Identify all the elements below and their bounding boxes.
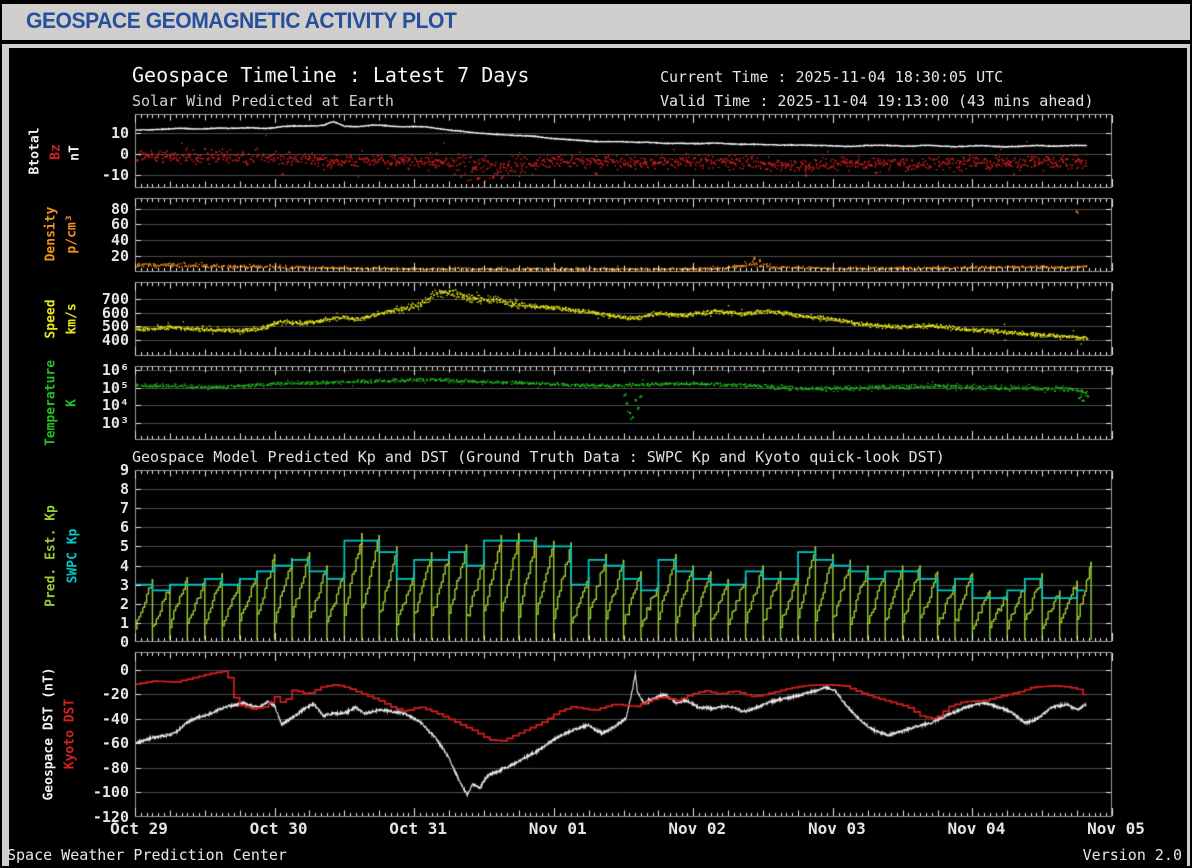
y-tick-label-temperature: 10⁶	[102, 361, 129, 379]
x-axis-label: Nov 04	[948, 819, 1006, 838]
x-axis-label: Nov 05	[1087, 819, 1145, 838]
y-tick-label-speed: 400	[102, 331, 129, 349]
density-axis-label: Density	[44, 207, 59, 262]
y-tick-label-dst: 0	[120, 661, 129, 679]
current-time-label: Current Time : 2025-11-04 18:30:05 UTC	[660, 68, 1003, 86]
footer-swpc-label: Space Weather Prediction Center	[7, 846, 287, 864]
x-axis-label: Oct 29	[110, 819, 168, 838]
x-axis-label: Nov 02	[668, 819, 726, 838]
y-tick-label-temperature: 10⁴	[102, 396, 129, 414]
kyoto-dst-axis-label: Kyoto DST	[63, 699, 78, 769]
y-tick-label-imf: 0	[120, 145, 129, 163]
y-tick-label-kp: 7	[120, 499, 129, 517]
solar-wind-subtitle: Solar Wind Predicted at Earth	[132, 92, 394, 110]
y-tick-label-kp: 9	[120, 461, 129, 479]
geospace-activity-window: GEOSPACE GEOMAGNETIC ACTIVITY PLOT Geosp…	[0, 0, 1192, 868]
y-tick-label-kp: 8	[120, 480, 129, 498]
y-tick-label-dst: -100	[93, 783, 129, 801]
valid-time-label: Valid Time : 2025-11-04 19:13:00 (43 min…	[660, 92, 1093, 110]
y-tick-label-temperature: 10³	[102, 414, 129, 432]
x-axis-label: Nov 03	[808, 819, 866, 838]
x-axis-label: Oct 31	[389, 819, 447, 838]
y-tick-label-dst: -80	[102, 759, 129, 777]
speed-unit-label: km/s	[65, 303, 80, 334]
y-tick-label-kp: 2	[120, 595, 129, 613]
pred-kp-axis-label: Pred. Est. Kp	[44, 505, 59, 607]
y-tick-label-kp: 1	[120, 614, 129, 632]
kp-dst-section-title: Geospace Model Predicted Kp and DST (Gro…	[132, 448, 945, 466]
y-tick-label-dst: -40	[102, 710, 129, 728]
plot-title: Geospace Timeline : Latest 7 Days	[132, 63, 529, 87]
btotal-axis-label: Btotal	[28, 128, 43, 175]
y-tick-label-dst: -60	[102, 734, 129, 752]
y-tick-label-kp: 5	[120, 537, 129, 555]
y-tick-label-imf: 10	[111, 124, 129, 142]
x-axis-label: Oct 30	[250, 819, 308, 838]
temperature-axis-label: Temperature	[44, 360, 59, 446]
bz-axis-label: Bz	[49, 144, 64, 160]
geospace-dst-axis-label: Geospace DST (nT)	[42, 667, 57, 800]
swpc-kp-axis-label: SWPC Kp	[66, 529, 81, 584]
footer-version-label: Version 2.0	[1083, 846, 1182, 864]
y-tick-label-kp: 3	[120, 576, 129, 594]
y-tick-label-density: 20	[111, 247, 129, 265]
x-axis-label: Nov 01	[529, 819, 587, 838]
temperature-unit-label: K	[65, 399, 80, 407]
y-tick-label-kp: 6	[120, 518, 129, 536]
y-tick-label-imf: -10	[102, 166, 129, 184]
speed-axis-label: Speed	[44, 299, 59, 338]
y-tick-label-temperature: 10⁵	[102, 379, 129, 397]
y-tick-label-kp: 4	[120, 557, 129, 575]
y-tick-label-dst: -20	[102, 685, 129, 703]
density-unit-label: p/cm³	[65, 214, 80, 253]
geospace-plot-canvas	[2, 2, 1192, 868]
y-tick-label-kp: 0	[120, 633, 129, 651]
nt-axis-label: nT	[68, 145, 83, 161]
